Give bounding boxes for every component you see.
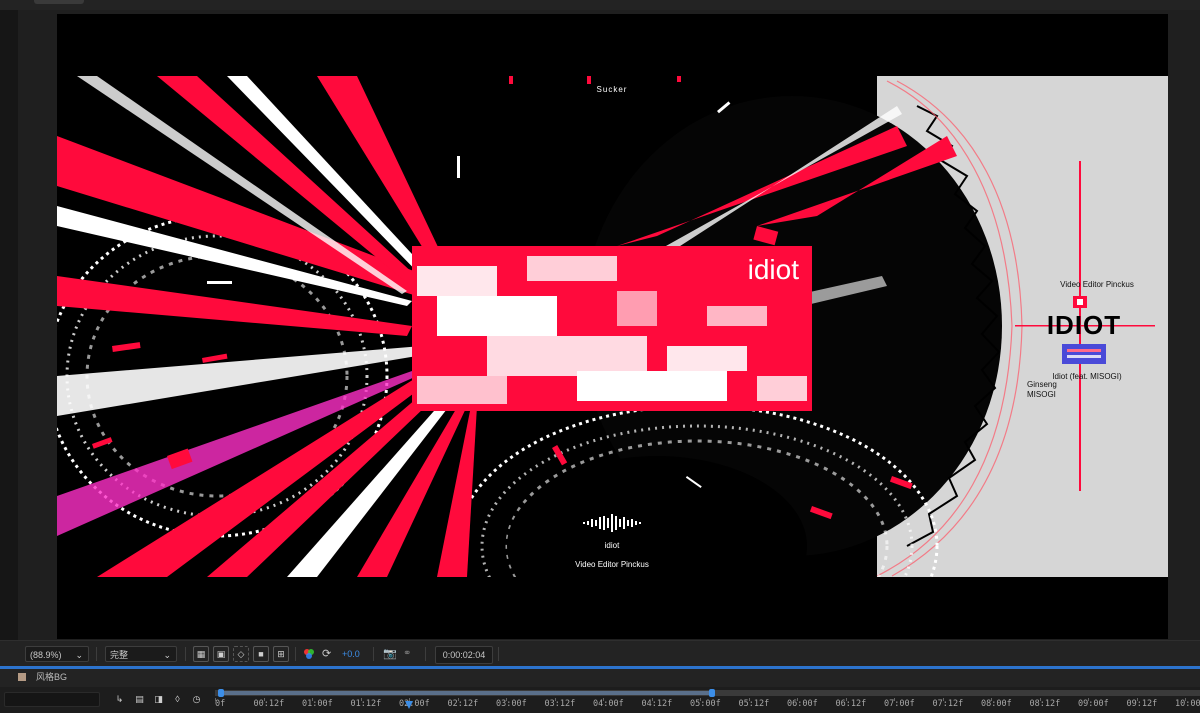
ruler-tick-label: 04:00f [593,699,624,709]
zoom-value: (88.9%) [30,650,62,660]
right-credit: Video Editor Pinckus [1060,280,1134,289]
3d-view-icon[interactable]: ■ [253,646,269,662]
ruler-tick-label: 01:12f [350,699,382,709]
snapshot-camera-icon[interactable]: 📷 [383,646,397,662]
timeline-tab-bar [0,669,1200,687]
region-of-interest-icon[interactable]: ▣ [213,646,229,662]
ruler-tick-label: 09:00f [1078,699,1109,709]
ruler-tick-label: 02:12f [447,699,479,709]
right-artist-2: MISOGI [1027,390,1056,399]
ruler-tick-label: 06:12f [835,699,867,709]
footer-title: idiot [605,541,620,550]
viewer-toolbar: (88.9%) ⌄ 完整 ⌄ ▦ ▣ ◇ ■ ⊞ ⟳ +0.0 📷 ⚭ 0:00… [0,640,1200,667]
ruler-tick-label: 00:12f [253,699,285,709]
show-snapshot-icon[interactable]: ⚭ [403,646,417,662]
layer-search-input[interactable] [4,692,100,707]
toolbar-divider [498,647,499,661]
shy-layers-icon[interactable]: ◨ [152,694,165,705]
exposure-value[interactable]: +0.0 [342,646,360,662]
top-panel-bar [0,0,1200,10]
ruler-tick-label: 05:12f [738,699,770,709]
chevron-down-icon: ⌄ [163,650,171,660]
ruler-tick-label: 0f [215,699,226,709]
mask-path-icon[interactable]: ◇ [233,646,249,662]
artwork-title-small: Sucker [597,85,628,94]
ruler-tick-label: 09:12f [1126,699,1158,709]
transparency-grid-icon[interactable]: ▦ [193,646,209,662]
ruler-tick-label: 08:12f [1029,699,1061,709]
motion-blur-icon[interactable]: ◷ [190,694,203,705]
ruler-tick-label: 10:00f [1175,699,1200,709]
toolbar-divider [185,647,186,661]
ruler-tick-label: 05:00f [690,699,721,709]
toolbar-divider [373,647,374,661]
composition-frame[interactable]: idiot Sucker idiot Video Editor Pinckus … [57,76,1168,577]
zoom-dropdown[interactable]: (88.9%) ⌄ [25,646,89,662]
current-time-display[interactable]: 0:00:02:04 [435,646,493,664]
right-album-badge [1062,344,1106,364]
viewer-left-strip [0,10,18,640]
center-title: idiot [748,254,800,285]
frame-blending-icon[interactable]: ◊ [171,694,184,705]
ruler-tick-label: 08:00f [981,699,1012,709]
work-area-end-handle[interactable] [709,689,715,697]
chevron-down-icon: ⌄ [75,650,83,660]
color-channels-icon[interactable] [303,646,317,662]
ruler-tick-label: 07:00f [884,699,915,709]
ruler-tick-label: 03:00f [496,699,527,709]
ruler-tick-label: 03:12f [544,699,576,709]
toolbar-divider [295,647,296,661]
toolbar-divider [425,647,426,661]
draft-3d-icon[interactable]: ▤ [133,694,146,705]
work-area-bar[interactable] [221,691,713,695]
work-area-start-handle[interactable] [218,689,224,697]
ruler-tick-label: 02:00f [399,699,430,709]
time-ruler[interactable]: 0f 00:12f 01:00f 01:12f 02:00f 02:12f 03:00f 03… [215,688,1200,713]
playhead[interactable] [405,701,413,709]
ruler-tick-label: 07:12f [932,699,964,709]
resolution-value: 完整 [110,650,129,660]
ruler-tick-label: 01:00f [302,699,333,709]
toolbar-divider [96,647,97,661]
ruler-tick-label: 04:12f [641,699,673,709]
comp-flowchart-icon[interactable]: ↳ [113,694,126,705]
comp-label-color-icon [18,673,26,681]
ruler-tick-label: 06:00f [787,699,818,709]
right-track: Idiot (feat. MISOGI) [1052,372,1122,381]
right-artist-1: Ginseng [1027,380,1057,389]
timeline-comp-tab[interactable]: 风格BG [36,671,67,683]
resolution-dropdown[interactable]: 完整 ⌄ [105,646,177,662]
footer-credit: Video Editor Pinckus [575,560,649,569]
right-logo-text: IDIOT [1047,310,1121,340]
panel-tab[interactable] [34,0,84,4]
timecode-value: 0:00:02:04 [442,650,486,660]
guides-icon[interactable]: ⊞ [273,646,289,662]
exposure-reset-icon[interactable]: ⟳ [322,646,336,662]
